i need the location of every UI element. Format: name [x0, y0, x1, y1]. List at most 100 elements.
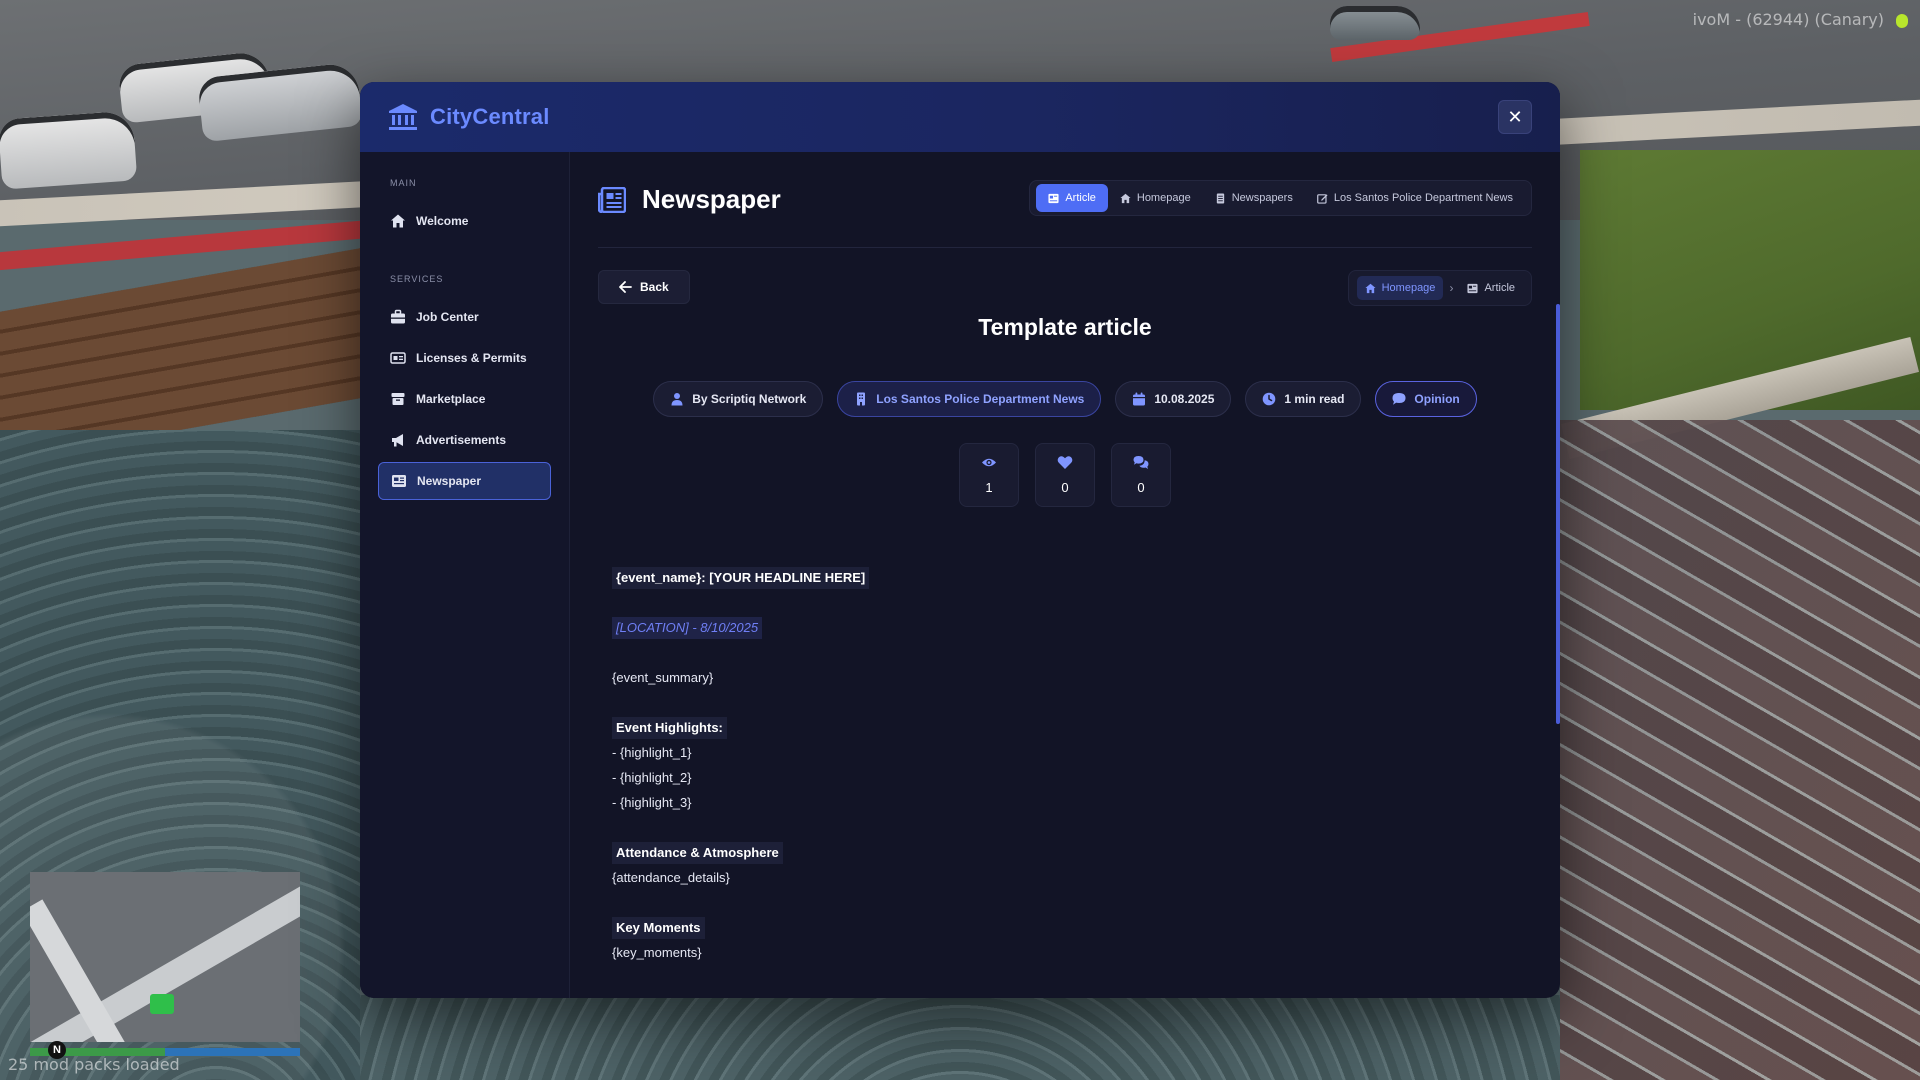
tab-lspd-news[interactable]: Los Santos Police Department News	[1305, 184, 1525, 212]
box-icon	[391, 393, 405, 405]
back-button[interactable]: Back	[598, 270, 690, 304]
minimap-road	[30, 899, 143, 1042]
newspaper-icon	[598, 186, 626, 213]
article-meta: By Scriptiq Network Los Santos Police De…	[598, 381, 1532, 417]
tab-label: Los Santos Police Department News	[1333, 192, 1513, 204]
sidebar-item-label: Job Center	[416, 310, 479, 324]
tab-newspapers[interactable]: Newspapers	[1203, 184, 1305, 212]
key-moments-heading: Key Moments	[612, 917, 705, 939]
sidebar-item-licenses[interactable]: Licenses & Permits	[378, 339, 551, 377]
highlight-item: - {highlight_3}	[612, 795, 692, 810]
bank-icon	[389, 104, 417, 130]
article-stats: 1 0 0	[598, 443, 1532, 507]
views-count: 1	[985, 480, 993, 495]
comment-icon	[1392, 393, 1406, 405]
citycentral-window: CityCentral ✕ MAIN Welcome SERVICES Job …	[360, 82, 1560, 998]
parked-car	[1330, 6, 1420, 40]
sidebar-item-label: Welcome	[416, 214, 469, 228]
briefcase-icon	[391, 309, 405, 324]
newspaper-icon	[392, 475, 406, 487]
heart-icon	[1057, 456, 1073, 469]
article-location: [LOCATION] - 8/10/2025	[612, 617, 763, 639]
mod-packs-text: 25 mod packs loaded	[8, 1055, 180, 1074]
breadcrumb-article: Article	[1459, 276, 1523, 300]
page-title: Newspaper	[642, 184, 781, 214]
sidebar-item-advertisements[interactable]: Advertisements	[378, 421, 551, 459]
author-pill: By Scriptiq Network	[653, 381, 824, 417]
breadcrumb-label: Article	[1484, 282, 1515, 294]
page-tabs: Article Homepage Newspapers Los Santos P…	[1029, 180, 1532, 216]
app-header: CityCentral ✕	[360, 82, 1560, 152]
author-name: By Scriptiq Network	[692, 392, 807, 406]
article-body: {event_name}: [YOUR HEADLINE HERE] [LOCA…	[598, 565, 1532, 965]
minimap-blip-icon	[150, 994, 174, 1014]
tab-label: Article	[1065, 192, 1096, 204]
parked-car	[0, 110, 138, 190]
arrow-left-icon	[619, 281, 632, 293]
category-pill[interactable]: Opinion	[1375, 381, 1477, 417]
sidebar-item-label: Newspaper	[417, 474, 482, 488]
megaphone-icon	[392, 434, 403, 447]
tab-homepage[interactable]: Homepage	[1108, 184, 1203, 212]
article-headline: {event_name}: [YOUR HEADLINE HERE]	[612, 567, 870, 589]
armor-bar	[165, 1048, 300, 1056]
sidebar-section-main: MAIN	[390, 178, 417, 188]
chevron-right-icon: ›	[1449, 281, 1454, 295]
app-title: CityCentral	[430, 104, 550, 129]
sidebar: MAIN Welcome SERVICES Job Center License…	[360, 152, 570, 998]
building-icon	[857, 392, 866, 406]
sidebar-item-job-center[interactable]: Job Center	[378, 298, 551, 336]
sidebar-item-label: Advertisements	[416, 433, 507, 447]
user-icon	[671, 393, 683, 406]
sidebar-item-marketplace[interactable]: Marketplace	[378, 380, 551, 418]
category-label: Opinion	[1414, 392, 1460, 406]
cobblestone-ground	[360, 995, 1560, 1080]
comments-stat[interactable]: 0	[1111, 443, 1171, 507]
page-header: Newspaper Article Homepage Newspapers Lo…	[598, 152, 1532, 248]
newspaper-icon	[1467, 283, 1478, 293]
calendar-icon	[1133, 392, 1146, 406]
server-info-text: ivoM - (62944) (Canary)	[1692, 10, 1884, 29]
comments-count: 0	[1137, 480, 1145, 495]
newspaper-icon	[1048, 193, 1059, 203]
home-icon	[1365, 283, 1376, 293]
department-name: Los Santos Police Department News	[876, 392, 1085, 406]
attendance-details: {attendance_details}	[612, 870, 730, 885]
main-panel: Newspaper Article Homepage Newspapers Lo…	[570, 152, 1560, 998]
key-moments: {key_moments}	[612, 945, 702, 960]
tab-label: Newspapers	[1231, 192, 1293, 204]
home-icon	[391, 214, 405, 228]
document-icon	[1216, 192, 1224, 204]
scrollbar[interactable]	[1556, 304, 1560, 724]
breadcrumb: Homepage › Article	[1347, 270, 1532, 306]
sidebar-item-welcome[interactable]: Welcome	[378, 202, 551, 240]
read-time-pill: 1 min read	[1245, 381, 1362, 417]
minimap	[30, 872, 300, 1042]
sidebar-item-label: Marketplace	[416, 392, 486, 406]
sidebar-section-services: SERVICES	[390, 274, 444, 284]
date-pill: 10.08.2025	[1115, 381, 1232, 417]
id-card-icon	[390, 352, 406, 364]
sidebar-item-newspaper[interactable]: Newspaper	[378, 462, 551, 500]
highlight-item: - {highlight_2}	[612, 770, 692, 785]
voice-indicator-icon	[1896, 14, 1908, 28]
likes-count: 0	[1061, 480, 1069, 495]
article-summary: {event_summary}	[612, 670, 714, 685]
breadcrumb-label: Homepage	[1381, 282, 1436, 294]
highlights-heading: Event Highlights:	[612, 717, 727, 739]
likes-stat[interactable]: 0	[1035, 443, 1095, 507]
article-toolbar: Back Homepage › Article	[598, 270, 1532, 326]
department-pill[interactable]: Los Santos Police Department News	[837, 381, 1102, 417]
tab-label: Homepage	[1136, 192, 1191, 204]
edit-icon	[1316, 193, 1328, 204]
app-body: MAIN Welcome SERVICES Job Center License…	[360, 152, 1560, 998]
attendance-heading: Attendance & Atmosphere	[612, 842, 783, 864]
tab-article[interactable]: Article	[1036, 184, 1108, 212]
views-stat: 1	[959, 443, 1019, 507]
comments-icon	[1133, 456, 1149, 469]
clock-icon	[1263, 392, 1276, 406]
breadcrumb-homepage[interactable]: Homepage	[1356, 276, 1444, 300]
home-icon	[1120, 193, 1131, 203]
close-button[interactable]: ✕	[1498, 100, 1532, 134]
highlight-item: - {highlight_1}	[612, 745, 692, 760]
